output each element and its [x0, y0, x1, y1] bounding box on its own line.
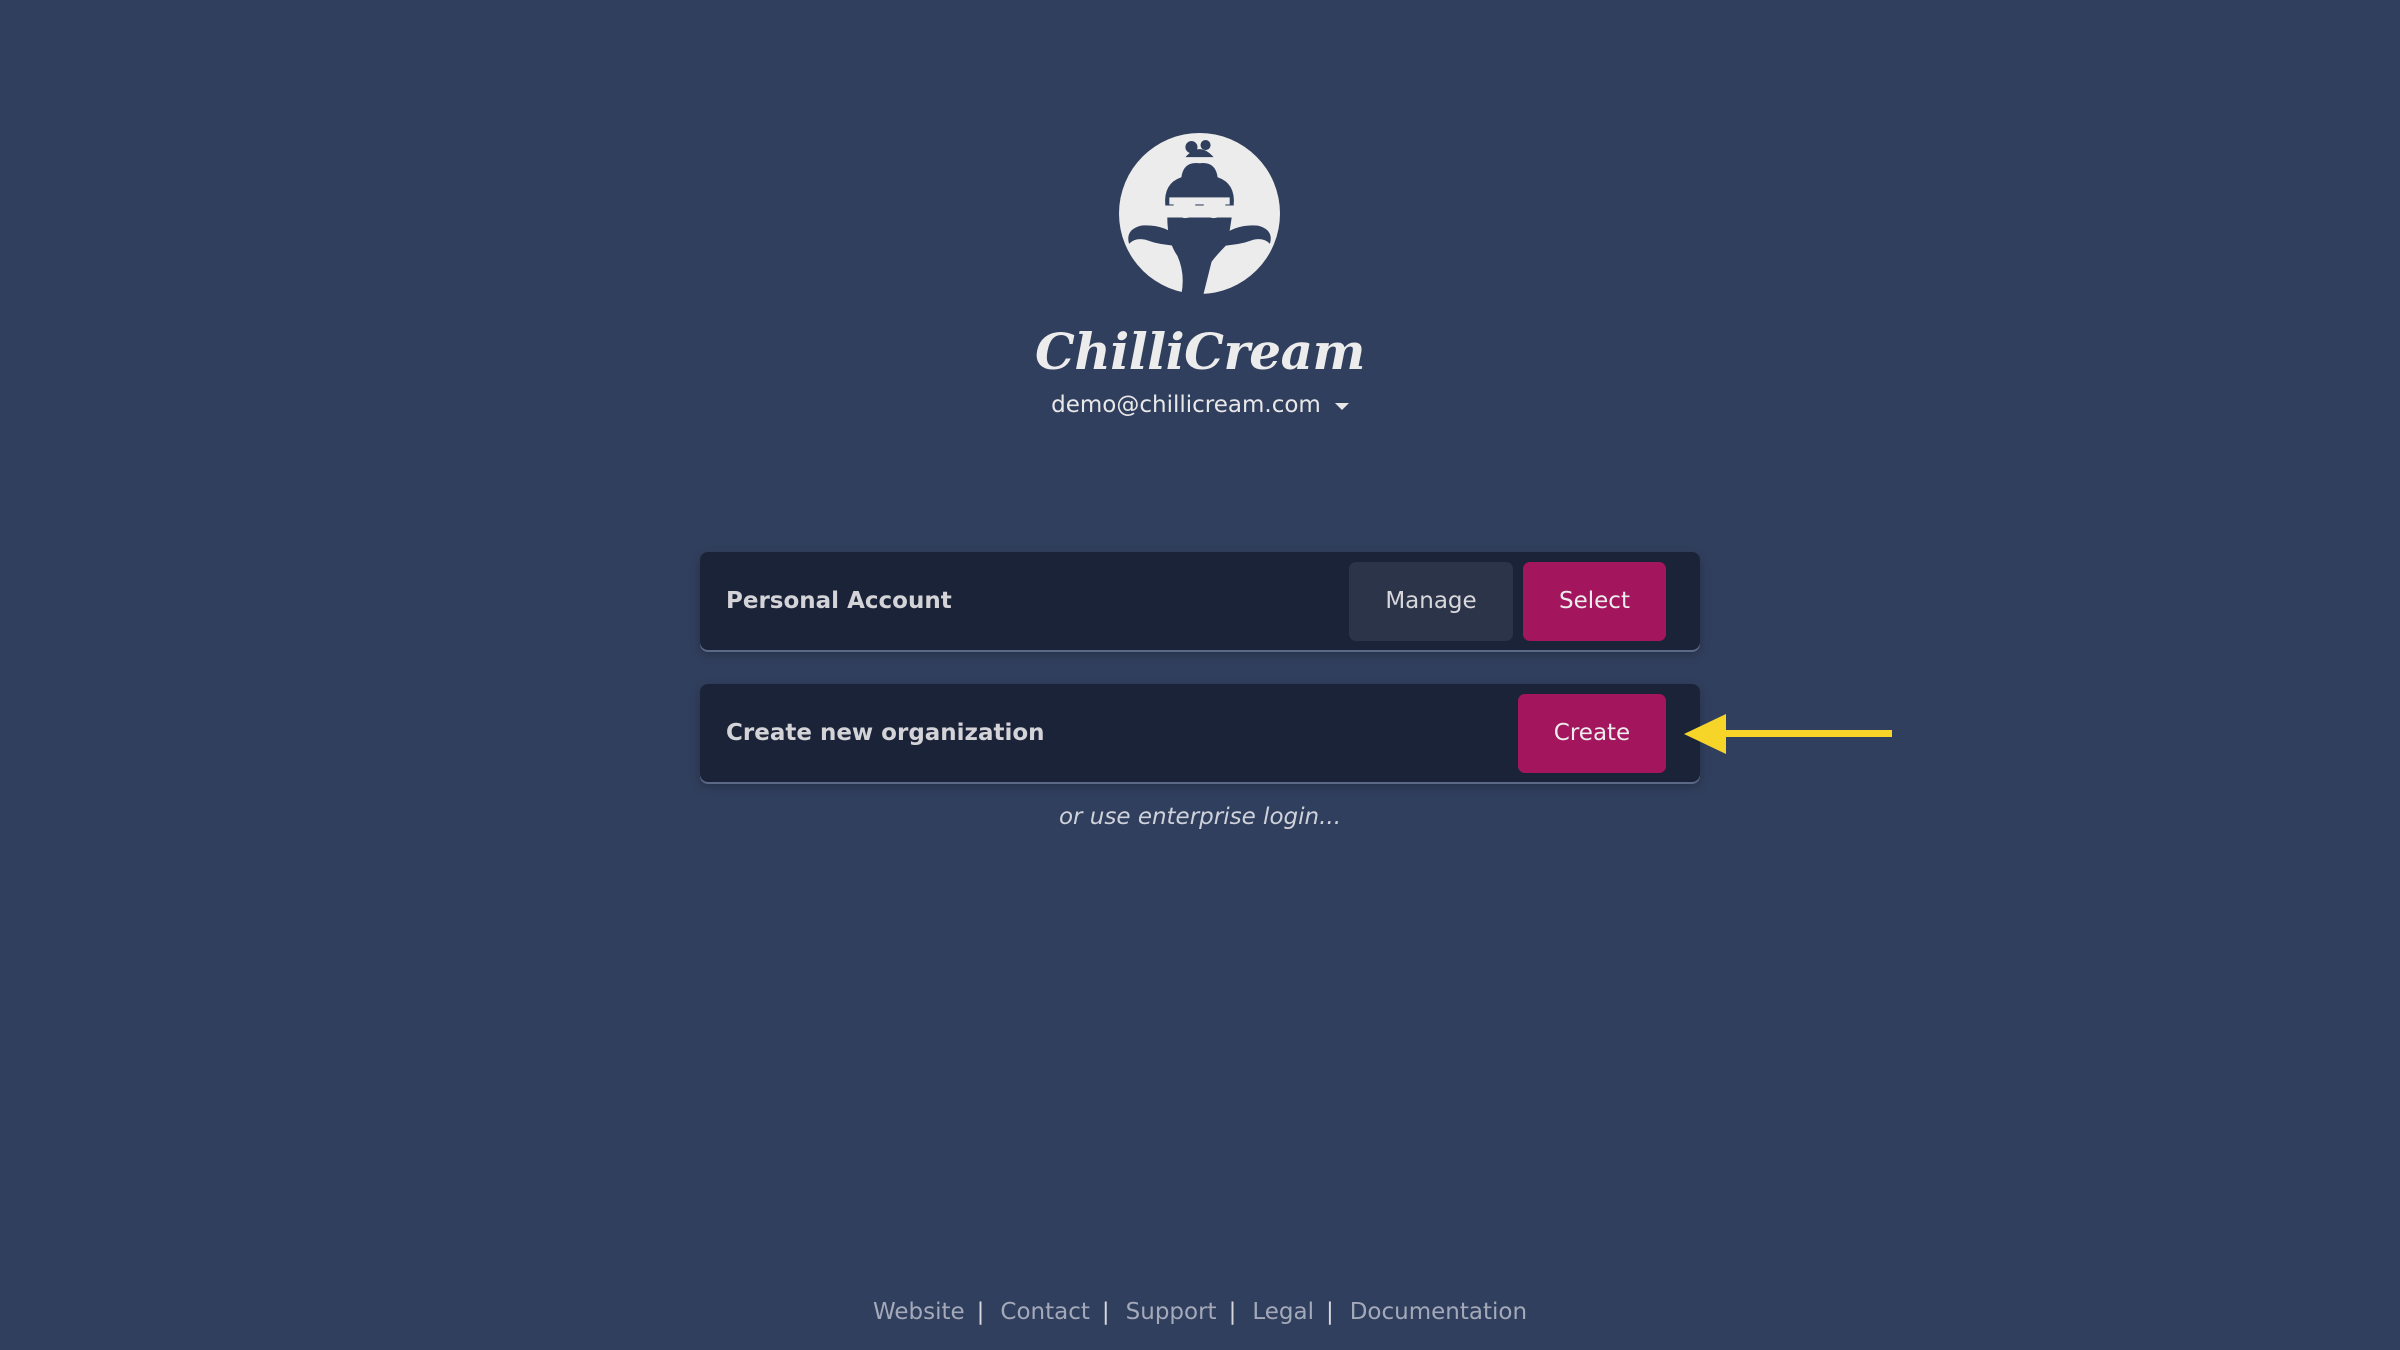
account-email[interactable]: demo@chillicream.com: [1051, 392, 1321, 418]
footer-link-contact[interactable]: Contact: [1000, 1299, 1089, 1325]
brand-name: ChilliCream: [1035, 322, 1365, 381]
footer: Website | Contact | Support | Legal | Do…: [0, 1299, 2400, 1325]
footer-separator: |: [1325, 1299, 1334, 1325]
account-menu[interactable]: demo@chillicream.com: [0, 392, 2400, 418]
chillicream-logo-icon: [1119, 133, 1280, 294]
footer-separator: |: [976, 1299, 985, 1325]
personal-account-card: Personal Account Manage Select: [700, 552, 1700, 650]
create-organization-label: Create new organization: [726, 720, 1045, 746]
annotation-arrow-icon: [1684, 714, 1892, 754]
footer-link-website[interactable]: Website: [873, 1299, 965, 1325]
personal-account-label: Personal Account: [726, 588, 952, 614]
caret-down-icon[interactable]: [1334, 402, 1349, 410]
create-organization-card: Create new organization Create: [700, 684, 1700, 782]
footer-link-support[interactable]: Support: [1126, 1299, 1217, 1325]
select-button[interactable]: Select: [1523, 561, 1666, 641]
enterprise-login-link[interactable]: or use enterprise login...: [0, 804, 2400, 830]
manage-button[interactable]: Manage: [1349, 561, 1513, 641]
footer-separator: |: [1101, 1299, 1110, 1325]
footer-link-documentation[interactable]: Documentation: [1350, 1299, 1527, 1325]
footer-separator: |: [1228, 1299, 1237, 1325]
footer-link-legal[interactable]: Legal: [1252, 1299, 1314, 1325]
create-button[interactable]: Create: [1518, 693, 1666, 773]
